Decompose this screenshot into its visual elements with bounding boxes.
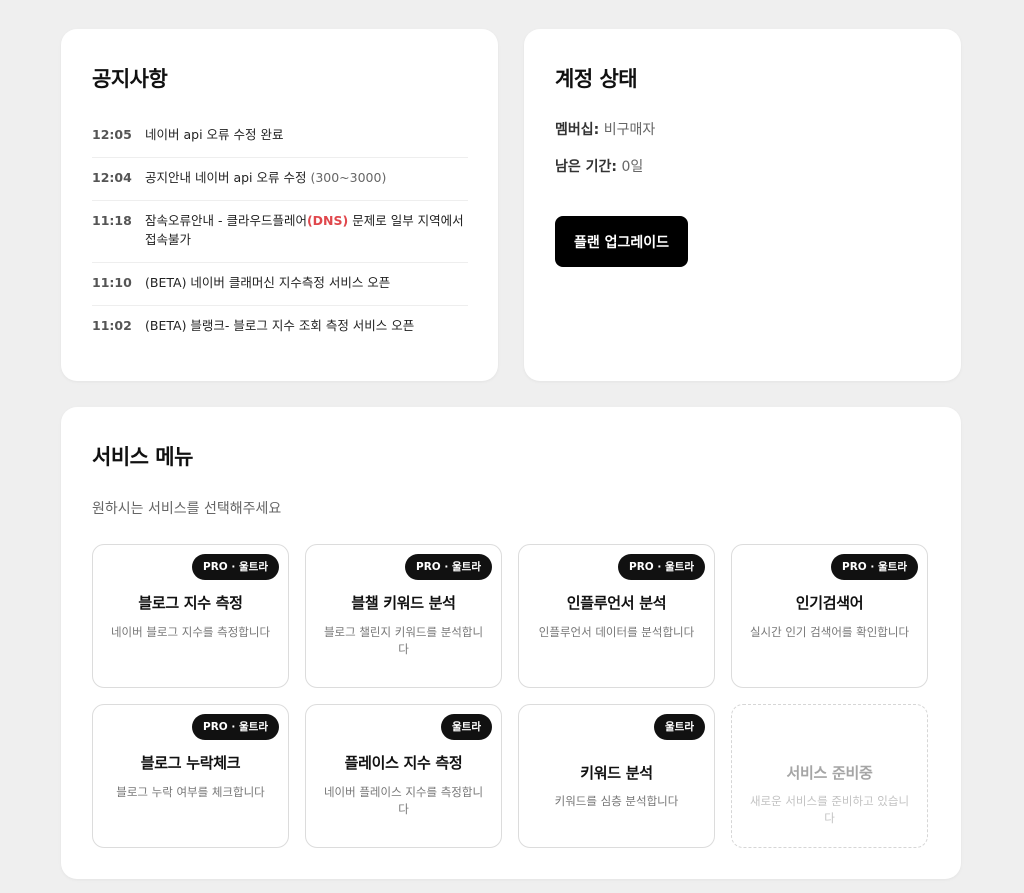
membership-label: 멤버십: (555, 122, 600, 138)
service-desc: 네이버 블로그 지수를 측정합니다 (110, 625, 271, 639)
service-tile-keyword-analysis[interactable]: 울트라 키워드 분석 키워드를 심층 분석합니다 (518, 704, 715, 848)
service-desc: 블로그 누락 여부를 체크합니다 (116, 785, 265, 799)
notice-time: 11:10 (92, 275, 132, 290)
notice-time: 12:05 (92, 127, 132, 142)
notice-time: 11:02 (92, 318, 132, 333)
notice-highlight: (DNS) (306, 213, 349, 228)
service-grid: PRO · 울트라 블로그 지수 측정 네이버 블로그 지수를 측정합니다 PR… (92, 544, 928, 848)
service-desc: 인플루언서 데이터를 분석합니다 (538, 625, 695, 639)
plan-badge: 울트라 (441, 714, 492, 740)
service-desc: 네이버 플레이스 지수를 측정합니다 (323, 785, 484, 816)
service-tile-challenge-keyword[interactable]: PRO · 울트라 블챌 키워드 분석 블로그 챌린지 키워드를 분석합니다 (305, 544, 502, 688)
service-name: 키워드 분석 (580, 764, 653, 782)
notice-text: 네이버 api 오류 수정 완료 (145, 127, 284, 142)
service-name: 블로그 지수 측정 (138, 594, 243, 612)
service-name: 인플루언서 분석 (566, 594, 667, 612)
services-subtitle: 원하시는 서비스를 선택해주세요 (92, 501, 282, 517)
service-tile-blog-index[interactable]: PRO · 울트라 블로그 지수 측정 네이버 블로그 지수를 측정합니다 (92, 544, 289, 688)
membership-row: 멤버십: 비구매자 (555, 119, 655, 139)
service-tile-place-index[interactable]: 울트라 플레이스 지수 측정 네이버 플레이스 지수를 측정합니다 (305, 704, 502, 848)
service-name: 블로그 누락체크 (140, 754, 241, 772)
notice-item[interactable]: 12:05 네이버 api 오류 수정 완료 (92, 115, 468, 158)
service-desc: 키워드를 심층 분석합니다 (554, 794, 679, 808)
plan-badge: 울트라 (654, 714, 705, 740)
notice-text-before: 잠속오류안내 - 클라우드플레어 (145, 213, 307, 228)
account-status-card: 계정 상태 멤버십: 비구매자 남은 기간: 0일 플랜 업그레이드 (524, 29, 961, 381)
service-tile-coming-soon: 서비스 준비중 새로운 서비스를 준비하고 있습니다 (731, 704, 928, 848)
service-tile-blog-missing-check[interactable]: PRO · 울트라 블로그 누락체크 블로그 누락 여부를 체크합니다 (92, 704, 289, 848)
notice-text: (BETA) 네이버 클래머신 지수측정 서비스 오픈 (145, 275, 391, 290)
notice-text: 공지안내 네이버 api 오류 수정 (300~3000) (145, 168, 468, 187)
notice-text: 잠속오류안내 - 클라우드플레어(DNS) 문제로 일부 지역에서 접속불가 (145, 211, 468, 249)
notice-item[interactable]: 11:18 잠속오류안내 - 클라우드플레어(DNS) 문제로 일부 지역에서 … (92, 201, 468, 263)
service-desc: 블로그 챌린지 키워드를 분석합니다 (323, 625, 484, 656)
service-name: 인기검색어 (795, 594, 864, 612)
services-title: 서비스 메뉴 (92, 445, 193, 469)
notice-title: 공지사항 (92, 67, 168, 91)
notice-item[interactable]: 11:02 (BETA) 블랭크- 블로그 지수 조회 측정 서비스 오픈 (92, 306, 468, 348)
notice-item[interactable]: 12:04 공지안내 네이버 api 오류 수정 (300~3000) (92, 158, 468, 201)
account-title: 계정 상태 (555, 67, 638, 91)
membership-value: 비구매자 (603, 122, 656, 138)
plan-badge: PRO · 울트라 (192, 714, 279, 740)
service-name: 플레이스 지수 측정 (344, 754, 463, 772)
notice-time: 11:18 (92, 213, 132, 228)
notice-time: 12:04 (92, 170, 132, 185)
notice-item[interactable]: 11:10 (BETA) 네이버 클래머신 지수측정 서비스 오픈 (92, 263, 468, 306)
service-name: 서비스 준비중 (786, 764, 873, 782)
service-tile-trending-search[interactable]: PRO · 울트라 인기검색어 실시간 인기 검색어를 확인합니다 (731, 544, 928, 688)
service-desc: 새로운 서비스를 준비하고 있습니다 (749, 794, 910, 825)
service-tile-influencer[interactable]: PRO · 울트라 인플루언서 분석 인플루언서 데이터를 분석합니다 (518, 544, 715, 688)
plan-badge: PRO · 울트라 (831, 554, 918, 580)
notice-list: 12:05 네이버 api 오류 수정 완료 12:04 공지안내 네이버 ap… (92, 115, 468, 348)
remaining-label: 남은 기간: (555, 159, 617, 175)
remaining-value: 0일 (621, 159, 644, 175)
plan-badge: PRO · 울트라 (405, 554, 492, 580)
upgrade-plan-button[interactable]: 플랜 업그레이드 (555, 216, 688, 267)
notice-text: (BETA) 블랭크- 블로그 지수 조회 측정 서비스 오픈 (145, 318, 415, 333)
notice-card: 공지사항 12:05 네이버 api 오류 수정 완료 12:04 공지안내 네… (61, 29, 498, 381)
services-card: 서비스 메뉴 원하시는 서비스를 선택해주세요 PRO · 울트라 블로그 지수… (61, 407, 961, 879)
service-name: 블챌 키워드 분석 (351, 594, 456, 612)
remaining-period-row: 남은 기간: 0일 (555, 156, 643, 176)
notice-text-range: (300~3000) (310, 170, 387, 185)
service-desc: 실시간 인기 검색어를 확인합니다 (749, 625, 910, 639)
plan-badge: PRO · 울트라 (618, 554, 705, 580)
plan-badge: PRO · 울트라 (192, 554, 279, 580)
notice-text-main: 공지안내 네이버 api 오류 수정 (145, 170, 311, 185)
